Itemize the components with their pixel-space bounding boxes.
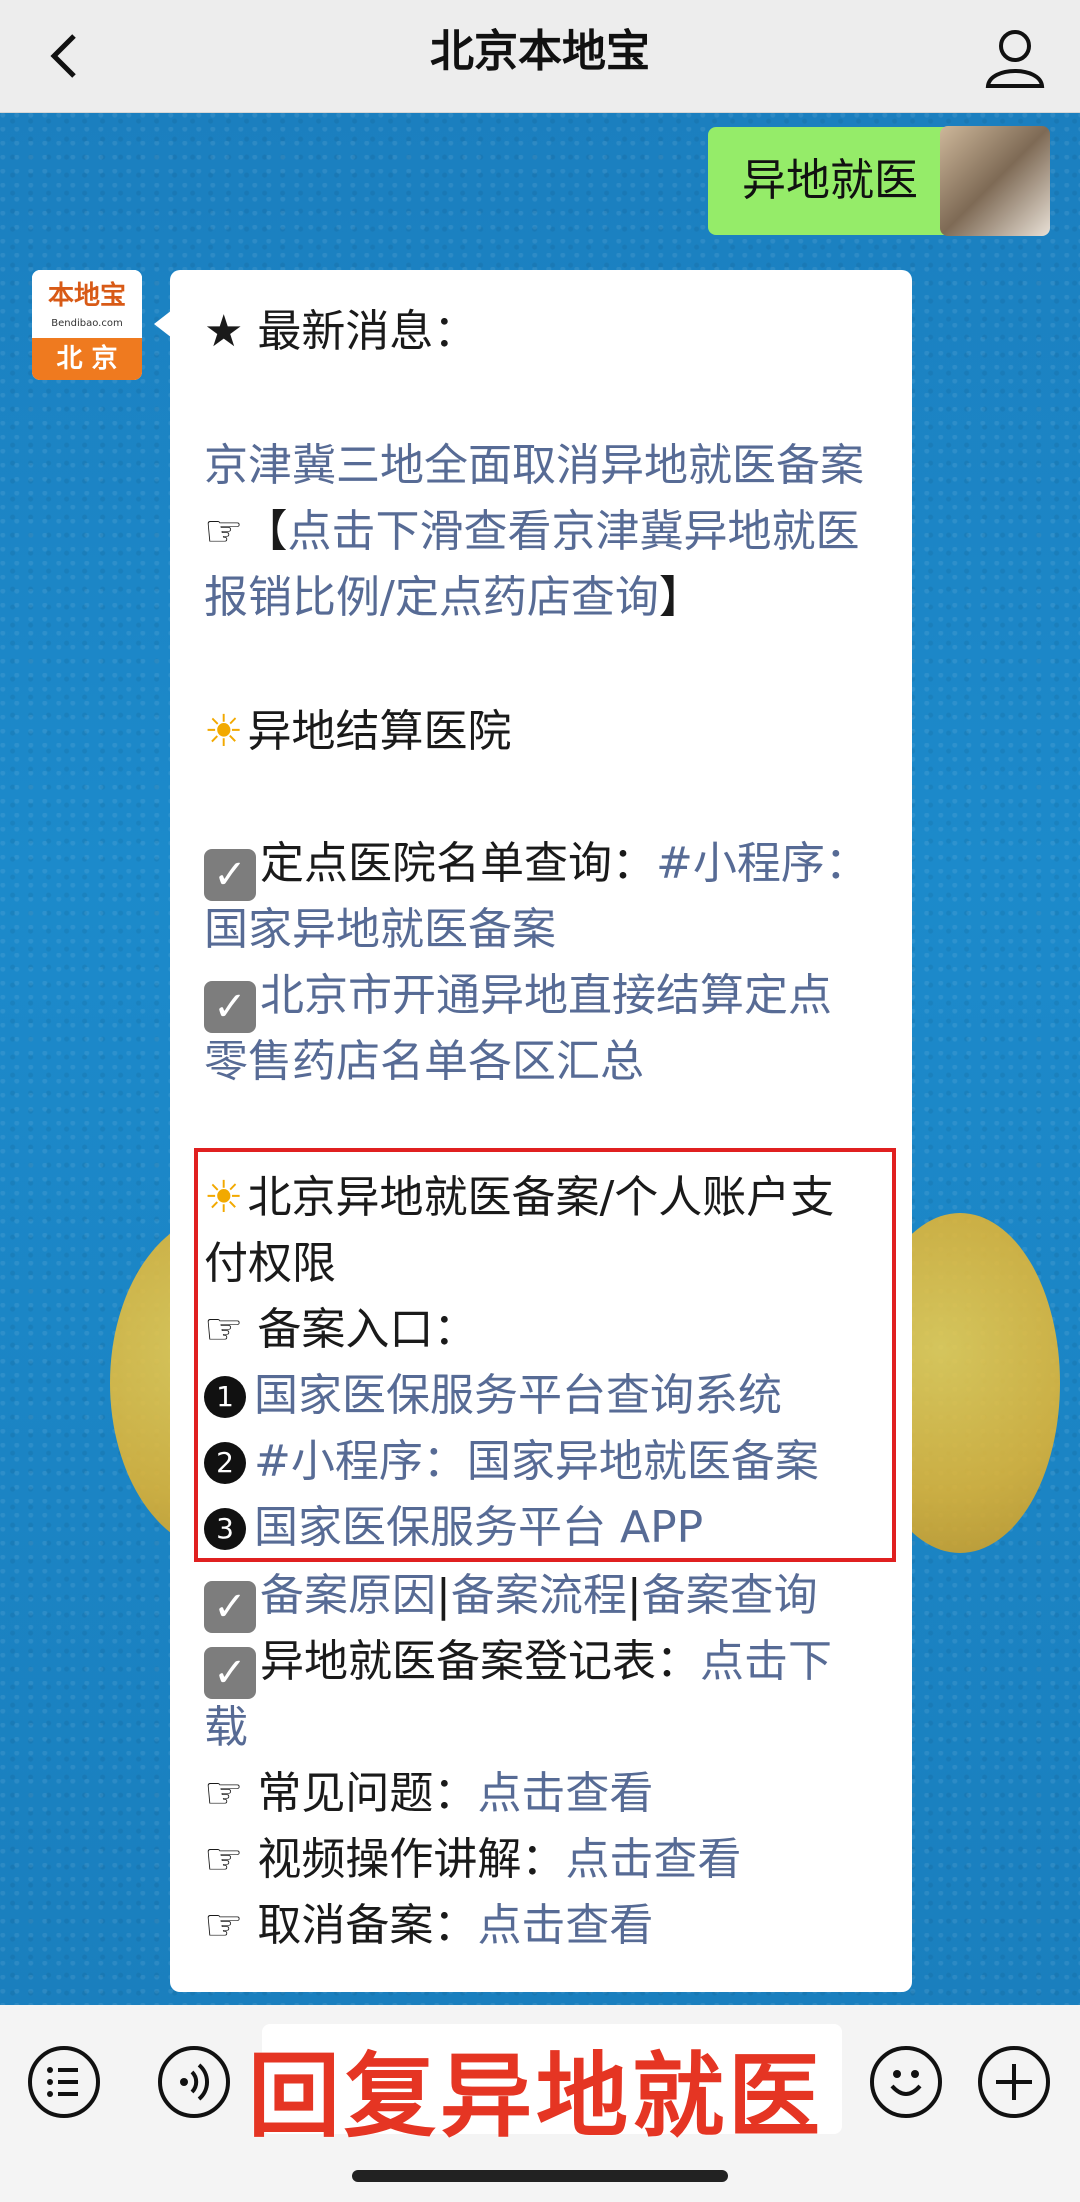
bot-message-bubble: ★ 最新消息： 京津冀三地全面取消异地就医备案 ☞【点击下滑查看京津冀异地就医 … [154,270,912,1992]
faq-link[interactable]: 点击查看 [477,1768,653,1819]
overlay-text: 回复异地就医 [248,2043,825,2150]
latest-news-heading: ★ 最新消息： [204,306,478,357]
separator: | [436,1570,451,1621]
mini-program-link[interactable]: #小程序： [656,838,869,889]
my-message-bubble[interactable]: 异地就医 [708,127,968,235]
avatar-logo-text: 本地宝 [32,270,142,340]
download-form-link[interactable]: 点击下 [700,1636,832,1687]
hand-icon: ☞【 [204,506,288,557]
bracket-close: 】 [658,572,703,623]
cancel-link[interactable]: 点击查看 [477,1900,653,1951]
separator: | [626,1570,642,1621]
section-title-hospitals: 异地结算医院 [247,706,512,757]
my-avatar[interactable] [940,126,1050,236]
video-link[interactable]: 点击查看 [565,1834,741,1885]
checkbox-icon: ✓ [204,849,256,901]
pharmacy-list-link[interactable]: 北京市开通异地直接结算定点 [260,970,832,1021]
avatar-city-text: 北 京 [32,338,142,380]
hospital-list-label: 定点医院名单查询： [260,838,656,889]
download-form-link-cont[interactable]: 载 [204,1696,248,1760]
user-icon[interactable] [980,22,1050,92]
highlight-box [194,1148,896,1562]
voice-icon[interactable] [158,2046,230,2118]
video-label: ☞ 视频操作讲解： [204,1834,566,1885]
pharmacy-list-link-cont[interactable]: 零售药店名单各区汇总 [204,1030,644,1094]
filing-process-link[interactable]: 备案流程 [451,1570,627,1621]
plus-icon[interactable] [978,2046,1050,2118]
list-icon[interactable] [28,2046,100,2118]
reimbursement-link-cont[interactable]: 报销比例/定点药店查询 [204,572,659,623]
mini-program-link-cont[interactable]: 国家异地就医备案 [204,898,556,962]
reimbursement-link[interactable]: 点击下滑查看京津冀异地就医 [287,506,859,557]
filing-query-link[interactable]: 备案查询 [642,1570,818,1621]
sun-icon: ☀ [204,706,244,757]
avatar-domain-text: Bendibao.com [51,318,123,329]
home-indicator[interactable] [352,2170,728,2182]
cancel-label: ☞ 取消备案： [204,1900,478,1951]
faq-label: ☞ 常见问题： [204,1768,478,1819]
page-title: 北京本地宝 [430,26,650,77]
checkbox-icon: ✓ [204,1581,256,1633]
filing-reason-link[interactable]: 备案原因 [260,1570,436,1621]
cancel-filing-link[interactable]: 京津冀三地全面取消异地就医备案 [204,434,864,498]
checkbox-icon: ✓ [204,981,256,1033]
official-account-avatar[interactable]: 本地宝 Bendibao.com 北 京 [32,270,142,380]
emoji-icon[interactable] [870,2046,942,2118]
top-bar: 北京本地宝 [0,0,1080,113]
form-label: 异地就医备案登记表： [260,1636,700,1687]
checkbox-icon: ✓ [204,1647,256,1699]
